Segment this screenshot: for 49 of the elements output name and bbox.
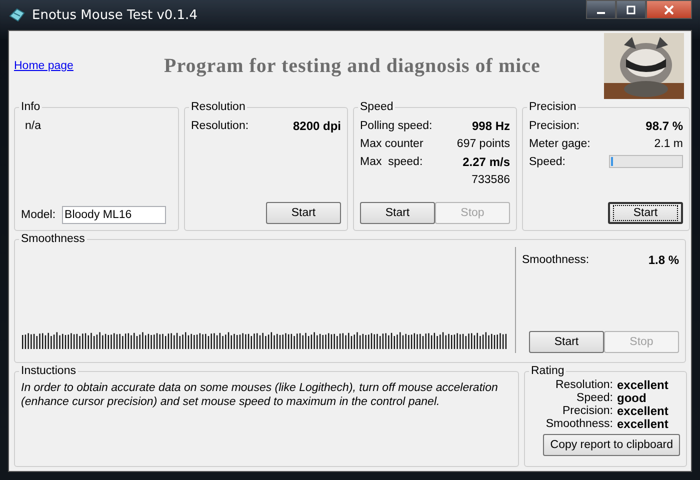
info-status: n/a bbox=[25, 120, 42, 132]
instructions-text: In order to obtain accurate data on some mouses (like Logithech), turn off mouse acceleration (enhance cursor precision) and set mouse speed to maximum in the control panel. bbox=[21, 381, 499, 409]
group-title: Precision bbox=[528, 101, 578, 113]
group-title: Smoothness bbox=[20, 233, 86, 245]
rating-value: excellent bbox=[617, 418, 670, 431]
start-button[interactable]: Start bbox=[360, 202, 435, 224]
field-label: Polling speed: bbox=[360, 120, 432, 132]
minimize-button[interactable] bbox=[586, 0, 616, 19]
home-page-link[interactable]: Home page bbox=[14, 60, 164, 72]
field-value: 98.7 % bbox=[646, 119, 683, 133]
group-title: Speed bbox=[359, 101, 394, 113]
rating-label: Precision: bbox=[562, 405, 613, 418]
field-label: Speed: bbox=[529, 156, 566, 168]
rating-label: Speed: bbox=[576, 392, 613, 405]
group-title: Info bbox=[20, 101, 42, 113]
field-value: 733586 bbox=[472, 174, 510, 186]
rating-value: good bbox=[617, 392, 648, 405]
field-value: 1.8 % bbox=[648, 253, 679, 267]
start-button[interactable]: Start bbox=[266, 202, 341, 224]
close-icon bbox=[663, 4, 675, 14]
rating-value: excellent bbox=[617, 379, 670, 392]
field-label: Max speed: bbox=[360, 156, 423, 168]
field-label: Meter gage: bbox=[529, 138, 590, 150]
field-value: 2.27 m/s bbox=[462, 155, 510, 169]
field-label: Smoothness: bbox=[522, 254, 590, 266]
group-title: Resolution bbox=[190, 101, 246, 113]
rating-label: Smoothness: bbox=[544, 418, 613, 431]
maximize-icon bbox=[626, 4, 636, 14]
start-button[interactable]: Start bbox=[529, 331, 604, 353]
field-label: Resolution: bbox=[191, 120, 249, 132]
model-field[interactable]: Bloody ML16 bbox=[62, 206, 166, 224]
minimize-icon bbox=[597, 12, 605, 14]
field-value: 8200 dpi bbox=[292, 119, 341, 133]
maximize-button[interactable] bbox=[616, 0, 646, 19]
group-title: Rating bbox=[530, 365, 566, 377]
field-value: 998 Hz bbox=[472, 119, 510, 133]
copy-report-button[interactable]: Copy report to clipboard bbox=[543, 434, 680, 456]
group-title: Instuctions bbox=[20, 365, 77, 377]
model-label: Model: bbox=[21, 209, 56, 221]
field-label: Precision: bbox=[529, 120, 580, 132]
program-heading: Program for testing and diagnosis of mice bbox=[164, 54, 540, 78]
field-value: 697 points bbox=[456, 138, 510, 150]
start-button[interactable]: Start bbox=[608, 202, 683, 224]
rating-value: excellent bbox=[617, 405, 670, 418]
field-value: 2.1 m bbox=[654, 138, 683, 150]
close-button[interactable] bbox=[646, 0, 692, 19]
rating-label: Resolution: bbox=[554, 379, 613, 392]
window-title: Enotus Mouse Test v0.1.4 bbox=[32, 8, 198, 22]
field-label: Max counter bbox=[360, 138, 424, 150]
